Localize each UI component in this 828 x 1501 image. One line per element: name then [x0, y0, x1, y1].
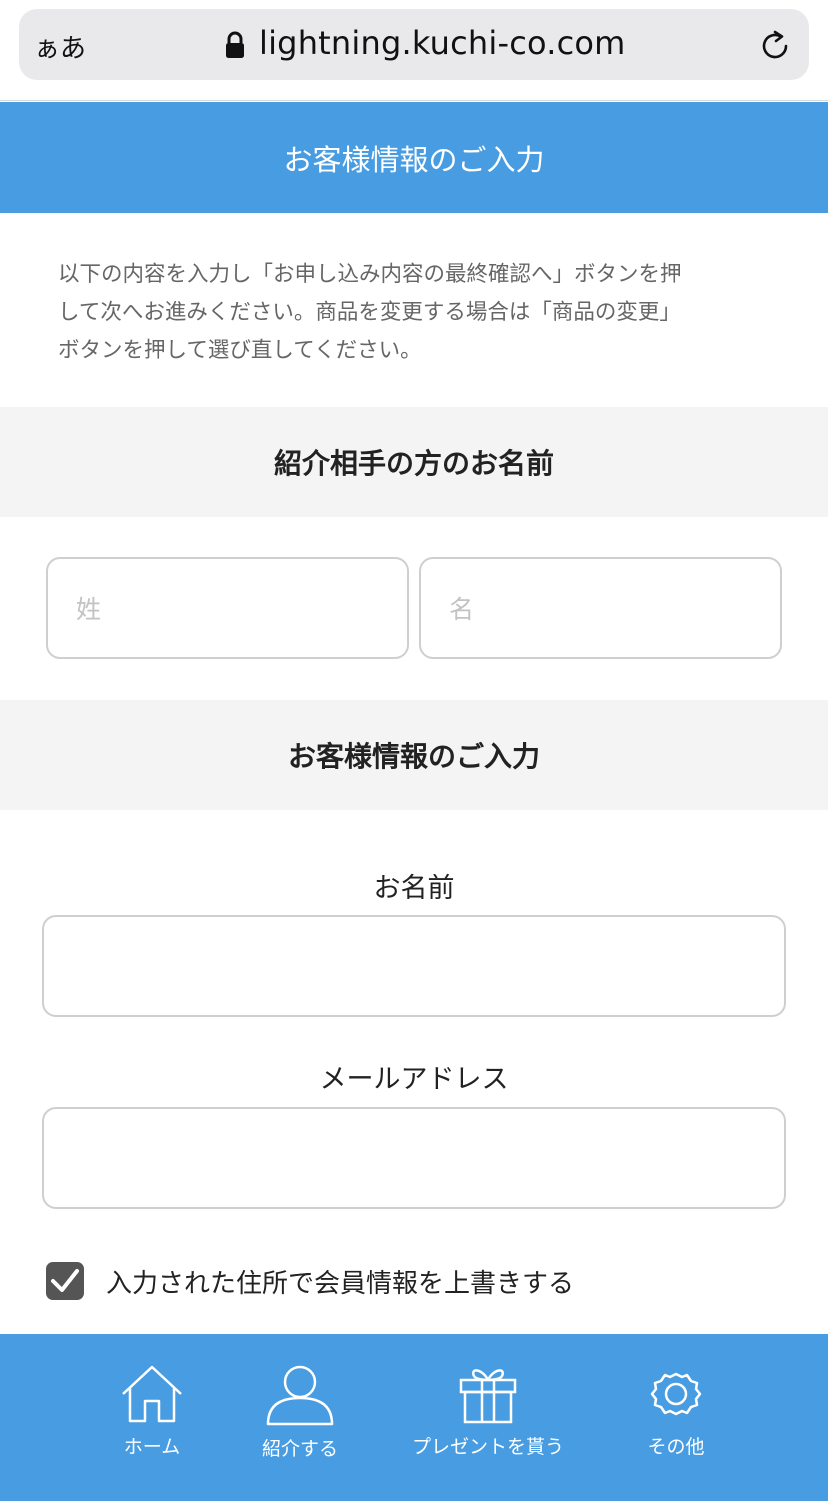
- email-field-label: メールアドレス: [319, 1064, 509, 1095]
- bottom-tab-bar: ホーム 紹介する プレゼントを貰う その他: [0, 1334, 828, 1501]
- tab-home-label: ホーム: [123, 1436, 181, 1458]
- overwrite-checkbox-label: 入力された住所で会員情報を上書きする: [106, 1268, 575, 1299]
- email-input[interactable]: [42, 1107, 786, 1209]
- tab-get-present-label: プレゼントを貰う: [411, 1436, 564, 1458]
- url-text: lightning.kuchi-co.com: [259, 24, 626, 62]
- referral-last-name-input[interactable]: 姓: [46, 557, 409, 659]
- gift-icon: [459, 1369, 517, 1424]
- name-field-label: お名前: [373, 873, 455, 904]
- customer-section-header: お客様情報のご入力: [0, 700, 828, 810]
- lock-icon: [226, 31, 244, 58]
- intro-line: して次へお進みください。商品を変更する場合は「商品の変更」: [58, 300, 681, 325]
- referral-section-header: 紹介相手の方のお名前: [0, 407, 828, 517]
- tab-other[interactable]: その他: [624, 1364, 728, 1459]
- gear-icon: [650, 1372, 702, 1416]
- text-size-button[interactable]: ぁあ: [34, 28, 86, 65]
- overwrite-checkbox[interactable]: [46, 1262, 84, 1300]
- checkmark-icon: [51, 1269, 79, 1292]
- tab-refer[interactable]: 紹介する: [248, 1364, 352, 1461]
- last-name-placeholder: 姓: [76, 595, 102, 624]
- tab-get-present[interactable]: プレゼントを貰う: [404, 1364, 572, 1459]
- address-bar[interactable]: ぁあ lightning.kuchi-co.com: [19, 9, 809, 80]
- reload-icon[interactable]: [758, 29, 792, 63]
- name-input[interactable]: [42, 915, 786, 1017]
- tab-other-label: その他: [647, 1436, 705, 1458]
- referral-first-name-input[interactable]: 名: [419, 557, 782, 659]
- intro-line: ボタンを押して選び直してください。: [58, 338, 422, 363]
- intro-text: 以下の内容を入力し「お申し込み内容の最終確認へ」ボタンを押 して次へお進みくださ…: [58, 256, 778, 370]
- tab-home[interactable]: ホーム: [100, 1364, 204, 1459]
- home-icon: [122, 1365, 182, 1423]
- customer-section-title: お客様情報のご入力: [287, 740, 540, 773]
- tab-refer-label: 紹介する: [261, 1438, 338, 1460]
- referral-section-title: 紹介相手の方のお名前: [273, 447, 554, 480]
- first-name-placeholder: 名: [449, 595, 475, 624]
- page-title: お客様情報のご入力: [283, 142, 545, 177]
- page-header: お客様情報のご入力: [0, 102, 828, 213]
- person-icon: [266, 1365, 334, 1426]
- overwrite-option[interactable]: 入力された住所で会員情報を上書きする: [46, 1262, 574, 1300]
- intro-line: 以下の内容を入力し「お申し込み内容の最終確認へ」ボタンを押: [58, 262, 682, 287]
- browser-toolbar: ぁあ lightning.kuchi-co.com: [0, 0, 828, 101]
